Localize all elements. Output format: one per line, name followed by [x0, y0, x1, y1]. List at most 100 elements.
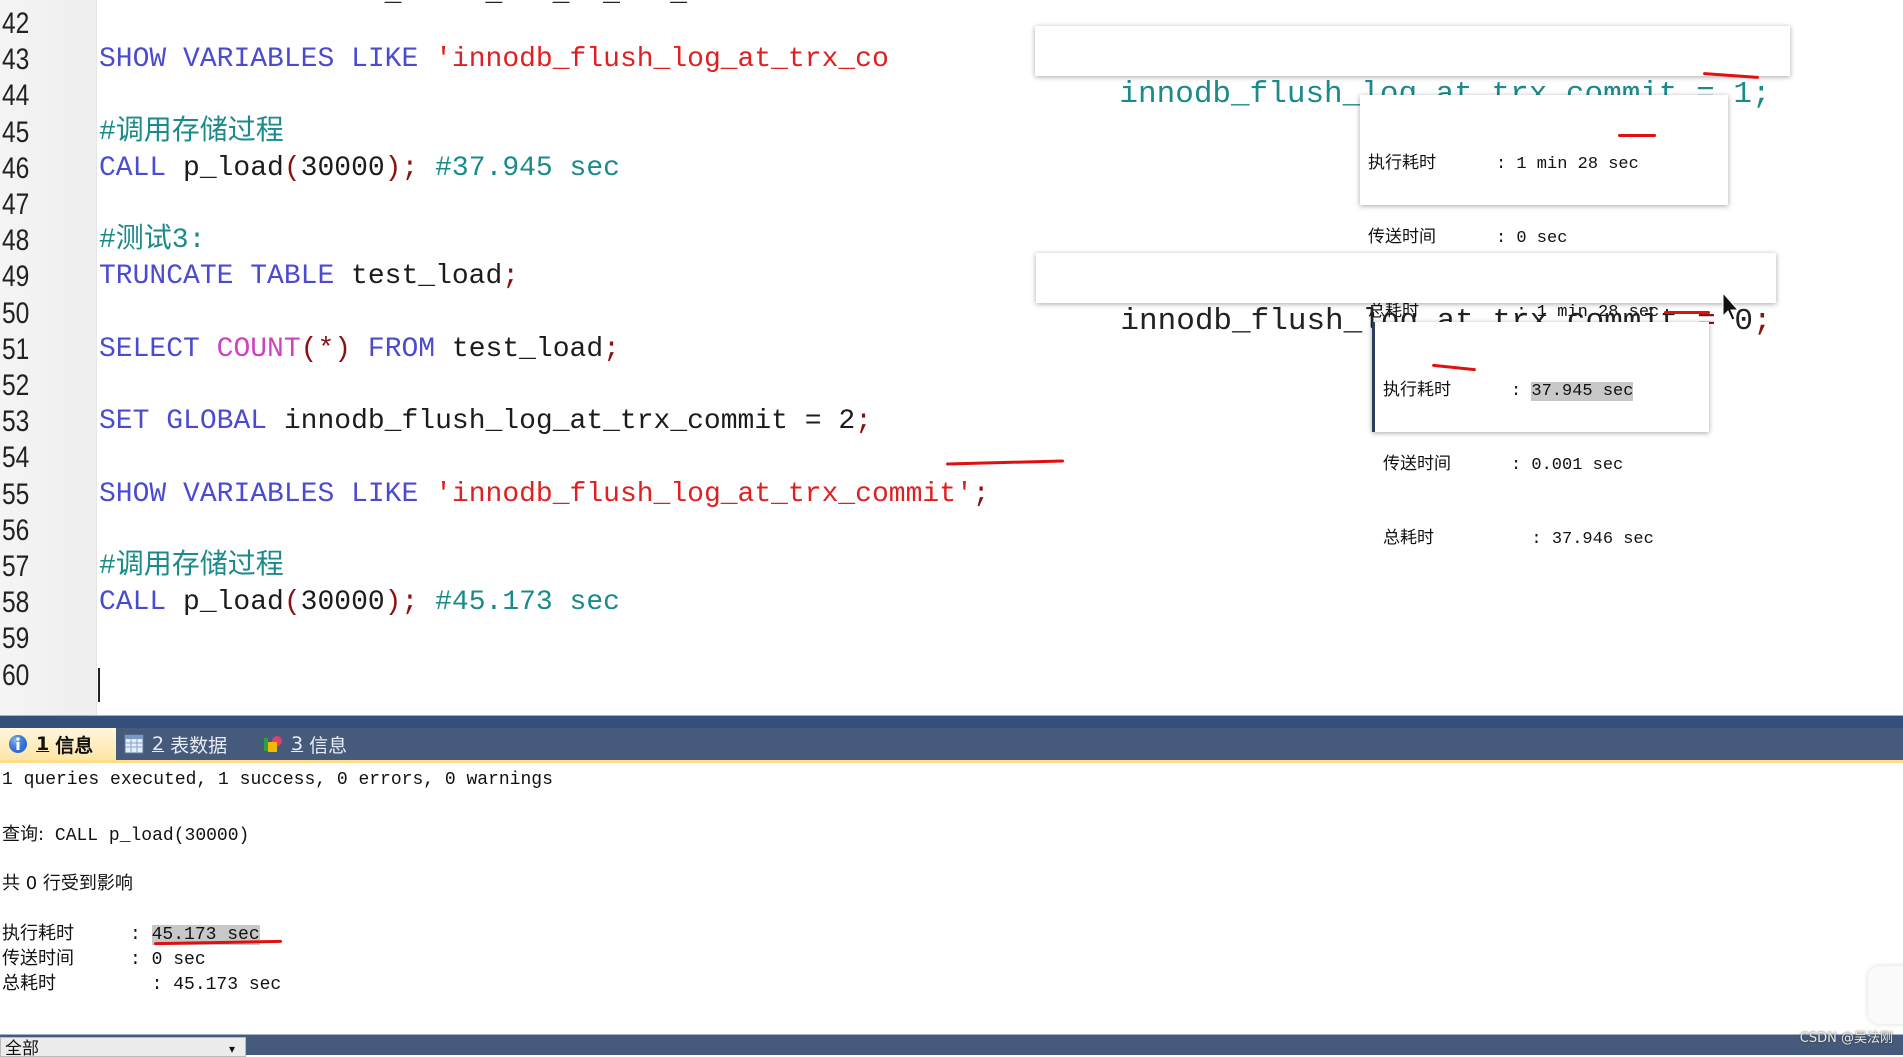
code-token: (	[283, 587, 301, 619]
code-token: SET	[99, 406, 150, 438]
line-number: 56	[2, 513, 30, 547]
result-0-row: 总耗时 : 37.946 sec	[1383, 528, 1654, 549]
line-number: 45	[2, 115, 30, 149]
code-token: SHOW	[99, 44, 167, 76]
line-number: 55	[2, 477, 30, 511]
tab-info-1[interactable]: 1 信息	[0, 728, 116, 760]
code-token: FROM	[367, 333, 436, 365]
red-underline-3	[1664, 311, 1710, 314]
line-number: 43	[2, 43, 30, 77]
code-token: test_load	[435, 333, 604, 365]
code-token: (	[283, 152, 301, 184]
code-token: GLOBAL	[166, 406, 268, 438]
line-number: 47	[2, 188, 30, 221]
code-token: ;	[502, 261, 520, 293]
code-token: p_load	[166, 587, 284, 619]
annotation-result-1: 执行耗时: 1 min 28 sec 传送时间: 0 sec 总耗时 : 1 m…	[1360, 95, 1728, 322]
tab-1-number: 1	[36, 733, 50, 755]
query-line: 查询: CALL p_load(30000)	[2, 820, 249, 846]
code-token: )	[384, 587, 402, 619]
code-token: (*)	[300, 333, 352, 365]
code-token: CALL	[99, 587, 167, 619]
line-number: 52	[2, 369, 30, 402]
tab-3-label: 信息	[309, 734, 348, 757]
annotation-setting-0: innodb_flush_log_at_trx_commit = 0;	[1036, 253, 1776, 339]
status-bar: 全部 ▾	[0, 1034, 1903, 1057]
code-text: SHOW VARIABLES LIKE 'innodb_flush_log_at…	[99, 42, 889, 78]
code-token: COUNT	[216, 333, 301, 365]
line-number: 59	[2, 622, 30, 656]
query-label: 查询:	[2, 824, 45, 845]
result-0-row: 执行耗时: 37.945 sec	[1383, 380, 1634, 401]
red-underline-2	[1618, 134, 1656, 137]
line-number: 53	[2, 405, 30, 439]
code-token: )	[384, 152, 402, 184]
line-number: 42	[2, 7, 30, 40]
setting-0-suffix: ;	[1752, 304, 1772, 339]
affected-rows: 共 0 行受到影响	[2, 873, 133, 894]
code-token: 30000	[300, 152, 385, 184]
code-token: #测试3:	[99, 225, 206, 257]
tab-2-number: 2	[152, 733, 165, 755]
line-number: 60	[2, 658, 30, 692]
tab-table-data[interactable]: 2 表数据	[116, 728, 235, 760]
code-text: SELECT COUNT(*) FROM test_load;	[99, 332, 620, 368]
result-1-row: 传送时间: 0 sec	[1368, 227, 1568, 248]
tab-2-label: 表数据	[170, 734, 228, 757]
result-1-row: 执行耗时: 1 min 28 sec	[1368, 153, 1639, 174]
floating-player-icon[interactable]	[1868, 966, 1903, 1024]
message-filter-select[interactable]: 全部 ▾	[0, 1037, 246, 1057]
code-token: SELECT	[99, 333, 200, 365]
code-token: #45.173 sec	[435, 587, 620, 619]
watermark: CSDN @吴法刚	[1799, 1031, 1893, 1046]
annotation-result-0: 执行耗时: 37.945 sec 传送时间: 0.001 sec 总耗时 : 3…	[1372, 322, 1709, 549]
tab-info-3[interactable]: 3 信息	[255, 728, 355, 760]
annotation-setting-1: innodb_flush_log_at_trx_commit = 1;	[1035, 26, 1790, 112]
result-0-row: 传送时间: 0.001 sec	[1383, 454, 1624, 475]
info-icon	[9, 735, 27, 753]
sql-editor[interactable]: _ _ _ _ _ 4243SHOW VARIABLES LIKE 'innod…	[0, 0, 1903, 715]
code-line[interactable]: 60	[0, 658, 1903, 694]
filter-value: 全部	[5, 1039, 39, 1057]
code-token: TRUNCATE	[99, 261, 234, 293]
code-text: CALL p_load(30000); #37.945 sec	[99, 151, 620, 187]
setting-1-suffix: ;	[1751, 77, 1771, 112]
code-token: ;	[603, 333, 620, 365]
timing-row: 传送时间: 0 sec	[2, 948, 206, 970]
code-text: #调用存储过程	[99, 549, 284, 585]
line-number: 48	[2, 224, 30, 258]
code-token: CALL	[99, 152, 167, 184]
setting-1-value: 1	[1733, 77, 1752, 112]
code-token: test_load	[334, 261, 503, 293]
code-token: #调用存储过程	[99, 116, 284, 148]
pane-splitter[interactable]	[0, 715, 1903, 729]
code-text: #测试3:	[99, 223, 205, 259]
summary-text: 1 queries executed, 1 success, 0 errors,…	[2, 770, 553, 790]
query-text: CALL p_load(30000)	[54, 826, 250, 846]
code-token: LIKE	[351, 478, 419, 510]
code-token: TABLE	[250, 261, 335, 293]
line-number: 50	[2, 296, 30, 330]
line-number: 49	[2, 260, 30, 294]
code-token: p_load	[166, 152, 284, 184]
code-token: ;	[401, 587, 419, 619]
code-line[interactable]: 59	[0, 621, 1903, 657]
code-token: 'innodb_flush_log_at_trx_commit'	[435, 478, 973, 510]
code-token: ;	[972, 478, 990, 510]
results-info-panel[interactable]: 1 queries executed, 1 success, 0 errors,…	[0, 763, 1903, 1031]
code-token: VARIABLES	[183, 44, 335, 76]
shapes-info-icon	[264, 736, 282, 752]
code-text: TRUNCATE TABLE test_load;	[99, 259, 519, 295]
table-grid-icon	[124, 734, 144, 754]
line-number: 58	[2, 586, 30, 620]
code-token: SHOW	[99, 478, 167, 510]
